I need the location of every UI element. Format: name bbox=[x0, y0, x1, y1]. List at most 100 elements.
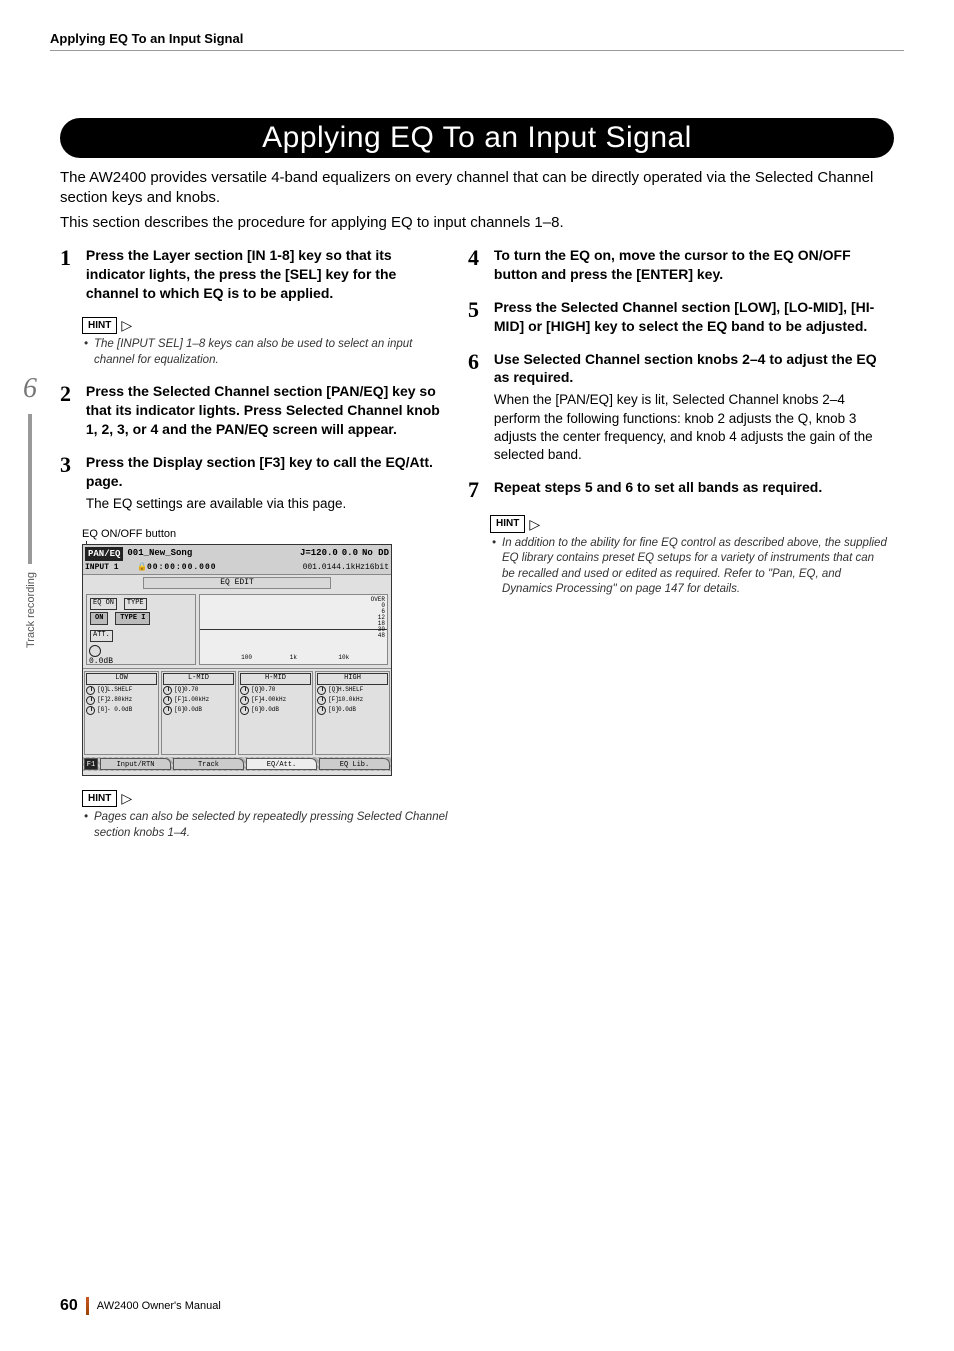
footer-accent-bar bbox=[86, 1297, 89, 1315]
band-name: L-MID bbox=[163, 673, 234, 684]
step-number: 4 bbox=[468, 247, 490, 269]
tab-eq-lib[interactable]: EQ Lib. bbox=[319, 758, 390, 770]
step-5: 5 Press the Selected Channel section [LO… bbox=[468, 298, 888, 336]
scale-label: 48 bbox=[371, 633, 385, 639]
bar-counter: 001.01 bbox=[303, 563, 332, 574]
chapter-tab: 6 Track recording bbox=[16, 370, 44, 648]
q-value: H.SHELF bbox=[338, 686, 388, 694]
f-knob-icon[interactable] bbox=[240, 696, 249, 705]
q-value: L.SHELF bbox=[107, 686, 157, 694]
paneq-label: PAN/EQ bbox=[85, 547, 123, 561]
q-knob-icon[interactable] bbox=[240, 686, 249, 695]
step-6: 6 Use Selected Channel section knobs 2–4… bbox=[468, 350, 888, 465]
g-value: 0.0dB bbox=[261, 706, 311, 714]
step-title: Press the Display section [F3] key to ca… bbox=[86, 454, 433, 489]
eq-curve-chart: 100 1k 10k OVER 0 6 12 18 30 48 bbox=[199, 594, 388, 665]
hint-box: HINT ▷ The [INPUT SEL] 1–8 keys can also… bbox=[82, 317, 450, 369]
f-value: 4.00kHz bbox=[261, 696, 311, 704]
dd-label: No DD bbox=[362, 547, 389, 561]
f-value: 10.0kHz bbox=[338, 696, 388, 704]
g-knob-icon[interactable] bbox=[240, 706, 249, 715]
band-name: H-MID bbox=[240, 673, 311, 684]
eq-band: HIGH[Q]H.SHELF[F]10.0kHz[G]0.0dB bbox=[315, 671, 390, 755]
hint-text: The [INPUT SEL] 1–8 keys can also be use… bbox=[94, 337, 450, 368]
eqon-label: EQ ON bbox=[90, 598, 117, 609]
tab-track[interactable]: Track bbox=[173, 758, 244, 770]
time-counter: 00:00:00.000 bbox=[147, 563, 303, 574]
eq-band: H-MID[Q]0.70[F]4.00kHz[G]0.0dB bbox=[238, 671, 313, 755]
chapter-line bbox=[28, 414, 32, 564]
hint-label: HINT bbox=[82, 790, 117, 808]
f-knob-icon[interactable] bbox=[317, 696, 326, 705]
paneq-screenshot: PAN/EQ 001_New_Song J=120.0 0.0 No DD IN… bbox=[82, 544, 392, 776]
tab-input-rtn[interactable]: Input/RTN bbox=[100, 758, 171, 770]
chart-tick: 100 bbox=[241, 654, 252, 662]
hint-box: HINT ▷ Pages can also be selected by rep… bbox=[82, 790, 450, 842]
hint-label: HINT bbox=[490, 515, 525, 533]
step-title: Press the Layer section [IN 1-8] key so … bbox=[86, 247, 396, 301]
step-2: 2 Press the Selected Channel section [PA… bbox=[60, 382, 450, 439]
type-button[interactable]: TYPE I bbox=[115, 612, 150, 625]
section-title: Applying EQ To an Input Signal bbox=[60, 118, 894, 158]
step-description: The EQ settings are available via this p… bbox=[86, 495, 450, 513]
eq-on-button[interactable]: ON bbox=[90, 612, 108, 625]
step-7: 7 Repeat steps 5 and 6 to set all bands … bbox=[468, 478, 888, 501]
step-number: 1 bbox=[60, 247, 82, 269]
type-label: TYPE bbox=[124, 598, 147, 609]
page-footer: 60 AW2400 Owner's Manual bbox=[60, 1295, 221, 1317]
f-knob-icon[interactable] bbox=[86, 696, 95, 705]
step-1: 1 Press the Layer section [IN 1-8] key s… bbox=[60, 246, 450, 303]
q-knob-icon[interactable] bbox=[163, 686, 172, 695]
eq-onoff-caption: EQ ON/OFF button bbox=[82, 527, 450, 542]
lock-icon: 🔒 bbox=[137, 563, 147, 574]
q-value: 0.70 bbox=[261, 686, 311, 694]
song-title: 001_New_Song bbox=[127, 547, 192, 561]
right-column: 4 To turn the EQ on, move the cursor to … bbox=[468, 246, 888, 612]
hint-box: HINT ▷ In addition to the ability for fi… bbox=[490, 515, 888, 598]
g-knob-icon[interactable] bbox=[86, 706, 95, 715]
step-title: Use Selected Channel section knobs 2–4 t… bbox=[494, 351, 877, 386]
tab-eq-att[interactable]: EQ/Att. bbox=[246, 758, 317, 770]
g-value: 0.0dB bbox=[338, 706, 388, 714]
hint-text: In addition to the ability for fine EQ c… bbox=[502, 536, 888, 598]
remain-label: 0.0 bbox=[342, 547, 358, 561]
q-value: 0.70 bbox=[184, 686, 234, 694]
g-value: - 0.0dB bbox=[107, 706, 157, 714]
input-label: INPUT 1 bbox=[85, 563, 137, 574]
footer-manual-title: AW2400 Owner's Manual bbox=[97, 1299, 221, 1314]
eq-band: L-MID[Q]0.70[F]1.00kHz[G]0.0dB bbox=[161, 671, 236, 755]
hint-text: Pages can also be selected by repeatedly… bbox=[94, 810, 450, 841]
eq-onoff-caption-text: EQ ON/OFF button bbox=[82, 528, 176, 540]
step-number: 5 bbox=[468, 299, 490, 321]
sample-rate: 44.1kHz bbox=[331, 563, 365, 574]
step-title: Press the Selected Channel section [LOW]… bbox=[494, 299, 874, 334]
breadcrumb: Applying EQ To an Input Signal bbox=[50, 31, 243, 46]
eq-band: LOW[Q]L.SHELF[F]2.80kHz[G]- 0.0dB bbox=[84, 671, 159, 755]
g-value: 0.0dB bbox=[184, 706, 234, 714]
chapter-label: Track recording bbox=[24, 572, 39, 648]
step-3: 3 Press the Display section [F3] key to … bbox=[60, 453, 450, 513]
att-label: ATT. bbox=[90, 630, 113, 641]
eq-edit-subtitle: EQ EDIT bbox=[143, 577, 331, 590]
band-name: LOW bbox=[86, 673, 157, 684]
page-number: 60 bbox=[60, 1295, 78, 1317]
chart-tick: 1k bbox=[290, 654, 297, 662]
step-title: To turn the EQ on, move the cursor to th… bbox=[494, 247, 851, 282]
q-knob-icon[interactable] bbox=[86, 686, 95, 695]
q-knob-icon[interactable] bbox=[317, 686, 326, 695]
f-value: 1.00kHz bbox=[184, 696, 234, 704]
f-knob-icon[interactable] bbox=[163, 696, 172, 705]
tempo-label: J=120.0 bbox=[300, 547, 338, 561]
att-knob-icon[interactable] bbox=[89, 645, 101, 657]
bit-depth: 16bit bbox=[365, 563, 389, 574]
step-title: Repeat steps 5 and 6 to set all bands as… bbox=[494, 479, 822, 495]
tab-fkey[interactable]: F1 bbox=[84, 758, 98, 770]
step-number: 7 bbox=[468, 479, 490, 501]
step-number: 3 bbox=[60, 454, 82, 476]
intro-p1: The AW2400 provides versatile 4-band equ… bbox=[60, 168, 894, 209]
g-knob-icon[interactable] bbox=[163, 706, 172, 715]
att-value: 0.0dB bbox=[89, 657, 193, 668]
step-number: 2 bbox=[60, 383, 82, 405]
hint-arrow-icon: ▷ bbox=[121, 791, 132, 805]
g-knob-icon[interactable] bbox=[317, 706, 326, 715]
